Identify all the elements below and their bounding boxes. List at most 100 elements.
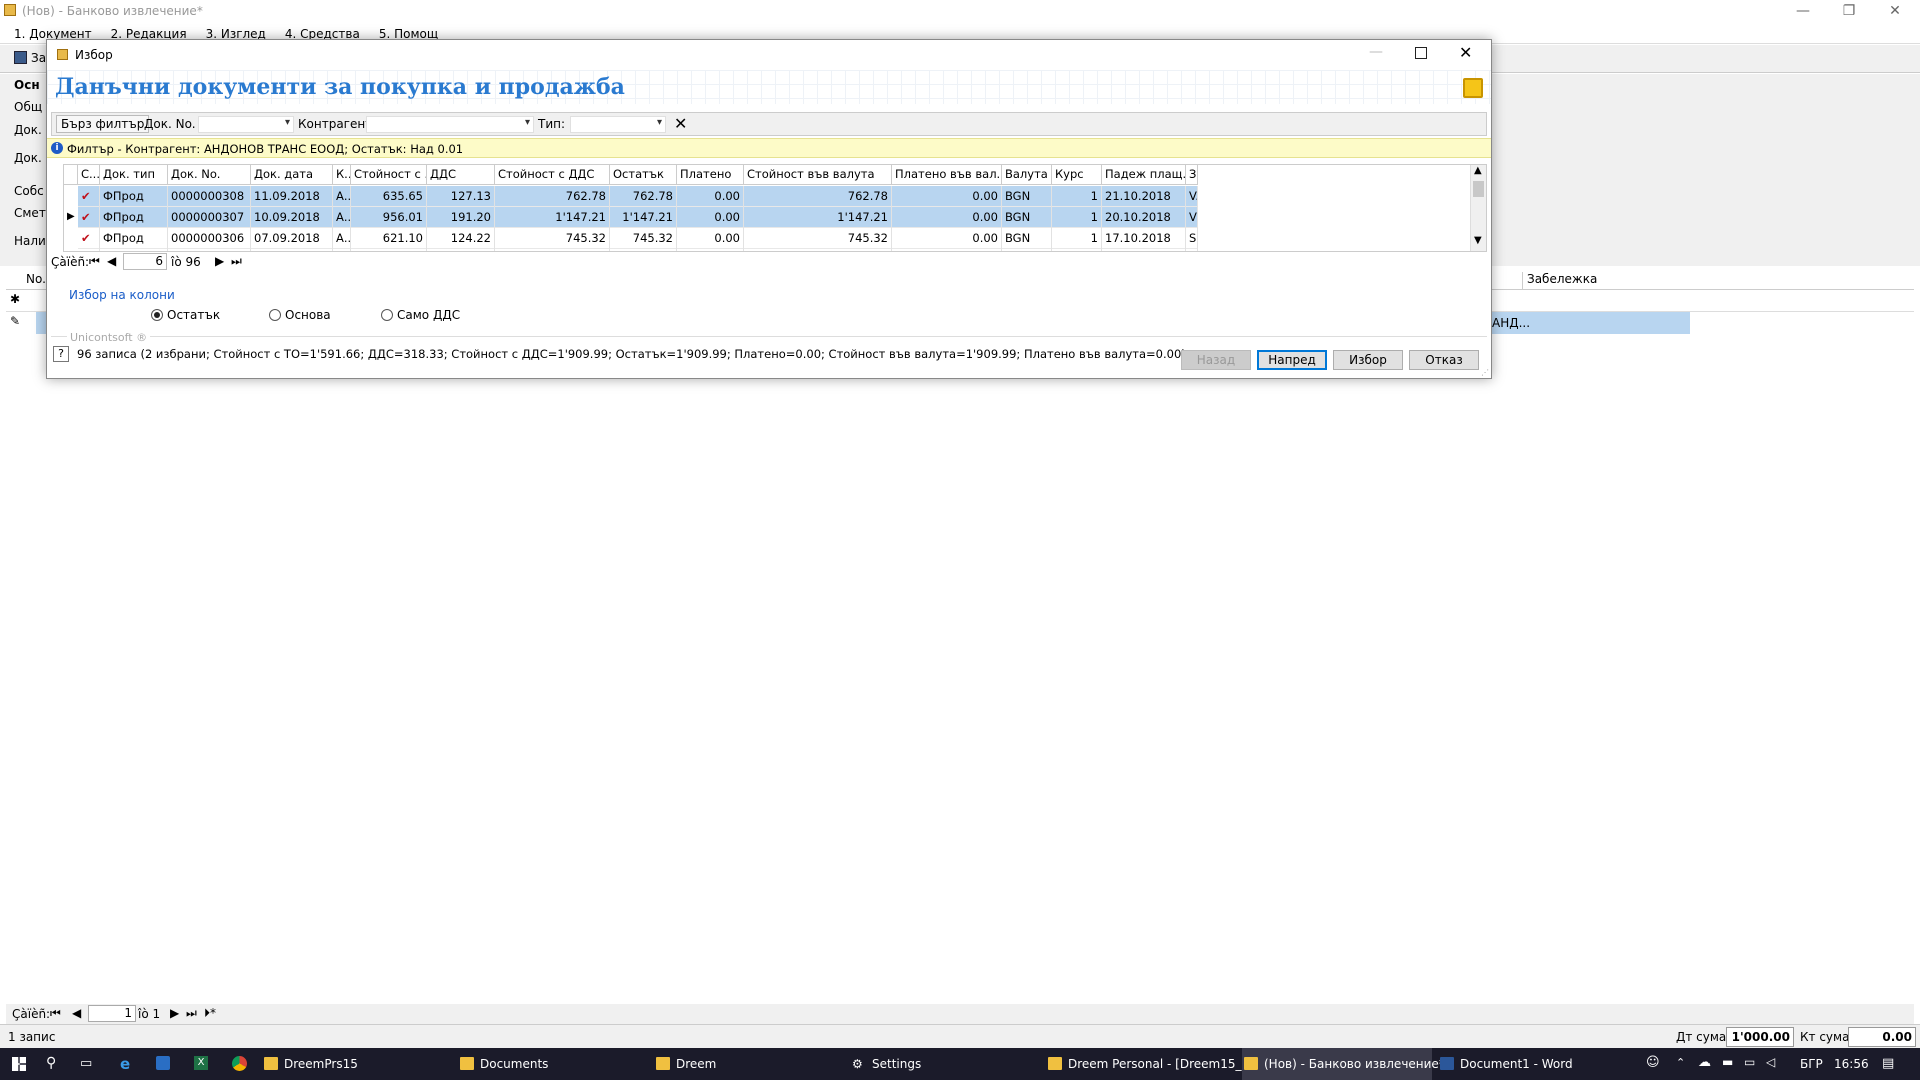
brand-label: Unicontsoft ® — [67, 331, 151, 344]
scroll-thumb[interactable] — [1473, 181, 1484, 197]
taskbar-item-dreem-personal[interactable]: Dreem Personal - [Dreem15_... — [1046, 1048, 1253, 1080]
radio-base[interactable]: Основа — [269, 308, 331, 324]
people-icon[interactable]: ☺ — [1646, 1055, 1660, 1070]
column-header[interactable]: Док. No. — [168, 165, 251, 185]
prev-record-icon[interactable]: ◀ — [107, 254, 116, 268]
column-header[interactable]: К... — [333, 165, 351, 185]
last-record-icon[interactable]: ⏭ — [231, 254, 242, 269]
next-record-icon[interactable]: ▶ — [170, 1006, 179, 1020]
taskbar-item-dreemprs15[interactable]: DreemPrs15 — [262, 1048, 452, 1080]
checkmark-icon[interactable]: ✔ — [78, 186, 100, 207]
column-header[interactable]: Платено във вал... — [892, 165, 1002, 185]
table-cell: 1'147.21 — [744, 207, 892, 228]
column-header[interactable]: Курс — [1052, 165, 1102, 185]
column-header[interactable]: Остатък — [610, 165, 677, 185]
doc-no-dropdown[interactable] — [198, 116, 294, 133]
close-icon[interactable]: ✕ — [1872, 0, 1918, 22]
resize-grip-icon[interactable]: ⋰ — [1481, 368, 1489, 377]
select-button[interactable]: Избор — [1333, 350, 1403, 370]
next-button[interactable]: Напред — [1257, 350, 1327, 370]
table-cell: 0.00 — [892, 207, 1002, 228]
table-cell: А... — [333, 207, 351, 228]
taskbar-item-label: Documents — [480, 1057, 549, 1071]
column-header[interactable]: Стойност във валута — [744, 165, 892, 185]
column-header[interactable]: Падеж плащ... — [1102, 165, 1186, 185]
column-header[interactable]: Валута — [1002, 165, 1052, 185]
chevron-up-icon[interactable]: ⌃ — [1676, 1056, 1685, 1069]
taskbar-item-word[interactable]: Document1 - Word — [1438, 1048, 1628, 1080]
chrome-icon[interactable] — [232, 1056, 247, 1071]
notifications-icon[interactable]: ▤ — [1882, 1056, 1894, 1071]
next-record-icon[interactable]: ▶ — [215, 254, 224, 268]
col-no-header[interactable]: No. — [26, 272, 46, 286]
checkmark-icon[interactable]: ✔ — [78, 207, 100, 228]
language-indicator[interactable]: БГР — [1800, 1057, 1823, 1071]
info-icon: i — [51, 142, 63, 154]
back-button[interactable]: Назад — [1181, 350, 1251, 370]
taskbar-item-settings[interactable]: ⚙ Settings — [850, 1048, 1040, 1080]
taskbar-item-bank-statement[interactable]: (Нов) - Банково извлечение* — [1242, 1048, 1445, 1080]
taskbar-item-dreem[interactable]: Dreem — [654, 1048, 844, 1080]
save-icon[interactable] — [14, 51, 27, 64]
scroll-down-icon[interactable]: ▼ — [1474, 235, 1482, 246]
taskbar-item-documents[interactable]: Documents — [458, 1048, 648, 1080]
table-cell: 1'323.71 — [744, 249, 892, 251]
search-icon[interactable]: ⚲ — [46, 1055, 56, 1071]
table-cell: 745.32 — [610, 228, 677, 249]
outlook-icon[interactable] — [156, 1056, 170, 1070]
table-cell: V. — [1186, 186, 1198, 207]
minimize-icon[interactable]: — — [1780, 0, 1826, 22]
column-header[interactable]: Док. дата — [251, 165, 333, 185]
help-icon[interactable]: ? — [53, 346, 69, 362]
column-header[interactable]: Док. тип — [100, 165, 168, 185]
dialog-logo-icon — [1463, 78, 1483, 98]
clear-filter-icon[interactable]: ✕ — [674, 114, 687, 133]
column-header[interactable]: ДДС — [427, 165, 495, 185]
record-number-input[interactable]: 6 — [123, 253, 167, 270]
radio-vat-only-indicator — [381, 309, 393, 321]
record-number-input[interactable]: 1 — [88, 1005, 136, 1022]
clock[interactable]: 16:56 — [1834, 1057, 1869, 1071]
last-record-icon[interactable]: ⏭ — [186, 1006, 197, 1021]
save-button[interactable]: За — [31, 51, 46, 65]
task-view-icon[interactable]: ▭ — [80, 1056, 92, 1071]
radio-remaining[interactable]: Остатък — [151, 308, 220, 324]
battery-icon[interactable]: ▬ — [1722, 1055, 1733, 1069]
grid-vertical-scrollbar[interactable]: ▲ ▼ — [1470, 165, 1486, 251]
table-cell: BGN — [1002, 249, 1052, 251]
dialog-minimize-icon[interactable]: — — [1369, 44, 1383, 60]
restore-icon[interactable]: ❐ — [1826, 0, 1872, 22]
dialog-heading: Данъчни документи за покупка и продажба — [55, 74, 625, 100]
table-cell: 762.78 — [744, 186, 892, 207]
new-record-icon[interactable]: ⏵* — [204, 1006, 216, 1021]
table-cell: 0.00 — [677, 207, 744, 228]
radio-vat-only[interactable]: Само ДДС — [381, 308, 460, 324]
partner-dropdown[interactable] — [366, 116, 534, 133]
column-header[interactable]: Стойност с ДДС — [495, 165, 610, 185]
edge-icon[interactable]: e — [120, 1055, 130, 1073]
quick-filter-button[interactable]: Бърз филтър — [56, 115, 150, 133]
column-header[interactable]: Платено — [677, 165, 744, 185]
dialog-maximize-icon[interactable] — [1415, 47, 1427, 59]
excel-icon[interactable]: X — [194, 1056, 208, 1070]
checkmark-icon[interactable]: ✔ — [78, 228, 100, 249]
volume-icon[interactable]: ◁ — [1766, 1055, 1775, 1069]
scroll-up-icon[interactable]: ▲ — [1474, 165, 1482, 176]
tab-main[interactable]: Осн — [14, 78, 40, 92]
gear-icon: ⚙ — [852, 1057, 863, 1071]
first-record-icon[interactable]: ⏮ — [50, 1006, 61, 1021]
col-note-header[interactable]: Забележка — [1522, 272, 1702, 290]
column-chooser-link[interactable]: Избор на колони — [69, 288, 175, 302]
prev-record-icon[interactable]: ◀ — [72, 1006, 81, 1020]
first-record-icon[interactable]: ⏮ — [89, 254, 100, 269]
cancel-button[interactable]: Отказ — [1409, 350, 1479, 370]
form-label: Нали — [14, 234, 46, 248]
cloud-icon[interactable]: ☁ — [1698, 1055, 1711, 1070]
column-header[interactable]: Стойност с ... — [351, 165, 427, 185]
dialog-close-icon[interactable]: ✕ — [1459, 43, 1472, 62]
column-header[interactable]: З — [1186, 165, 1198, 185]
type-dropdown[interactable] — [570, 116, 666, 133]
start-icon[interactable] — [12, 1057, 26, 1071]
network-icon[interactable]: ▭ — [1744, 1055, 1755, 1069]
column-header[interactable]: С... — [78, 165, 100, 185]
